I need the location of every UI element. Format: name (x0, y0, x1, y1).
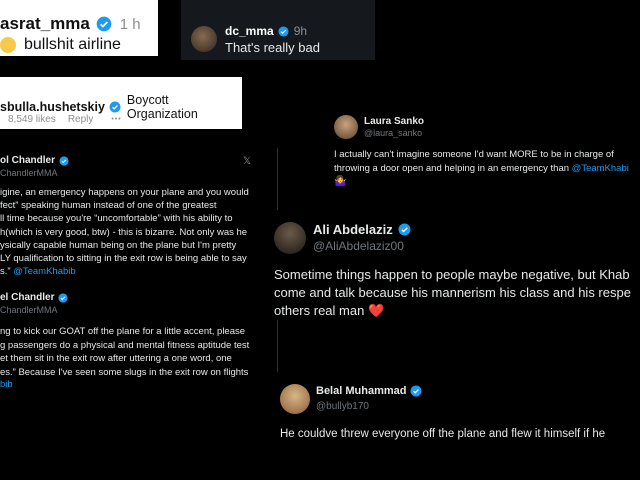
author-name[interactable]: ol Chandler (0, 155, 55, 166)
reply-card-dc-mma: dc_mma 9h That's really bad (181, 0, 375, 60)
comment-card-sbulla: sbulla.hushetskiy Boycott Organization 8… (0, 77, 242, 129)
reply-time: 9h (293, 24, 308, 38)
avatar[interactable] (334, 115, 358, 139)
reply-text: That's really bad (225, 40, 320, 55)
shrug-emoji: 🤷‍♀️ (334, 176, 347, 187)
likes-count[interactable]: 8,549 likes (8, 114, 56, 125)
comment-text: bullshit airline (24, 36, 121, 53)
tweet-text: I actually can't imagine someone I'd wan… (334, 148, 640, 176)
author-name[interactable]: el Chandler (0, 292, 54, 303)
x-logo-icon: 𝕏 (243, 156, 252, 167)
avatar[interactable] (274, 222, 306, 254)
tweet-card-laura-sanko: Laura Sanko @laura_sanko I actually can'… (326, 103, 640, 193)
author-name[interactable]: Belal Muhammad (316, 385, 406, 397)
tweet-body: Sometime things happen to people maybe n… (274, 267, 631, 318)
tweet-text: igine, an emergency happens on your plan… (0, 186, 276, 278)
tweet-card-chandler-1: ol Chandler ChandlerMMA 𝕏 igine, an emer… (0, 148, 278, 288)
verified-icon (410, 385, 422, 397)
comment-username[interactable]: asrat_mma (0, 14, 90, 34)
heart-emoji: ❤️ (367, 303, 385, 318)
tweet-card-ali-abdelaziz: Ali Abdelaziz @AliAbdelaziz00 Sometime t… (268, 210, 640, 320)
comment-text: Boycott Organization (126, 93, 198, 121)
author-name[interactable]: Ali Abdelaziz (313, 222, 393, 237)
tweet-card-belal-muhammad: Belal Muhammad @bullyb170 He couldve thr… (270, 372, 640, 458)
author-handle[interactable]: @bullyb170 (316, 401, 369, 412)
tweet-text: Sometime things happen to people maybe n… (274, 266, 640, 320)
author-handle[interactable]: @AliAbdelaziz00 (313, 239, 404, 253)
author-handle[interactable]: ChandlerMMA (0, 305, 58, 315)
comment-time: 1 h (119, 15, 141, 33)
verified-icon (96, 16, 112, 32)
mention-link[interactable]: bib (0, 379, 13, 390)
author-name[interactable]: Laura Sanko (364, 116, 424, 127)
mention-link[interactable]: @TeamKhabi (572, 163, 629, 174)
verified-icon (109, 101, 121, 113)
verified-icon (58, 292, 69, 303)
mention-link[interactable]: @TeamKhabib (13, 266, 75, 277)
tweet-text: ng to kick our GOAT off the plane for a … (0, 326, 250, 378)
comment-card-asrat: asrat_mma 1 h bullshit airline (0, 0, 158, 56)
avatar[interactable] (191, 26, 217, 52)
verified-icon (59, 155, 69, 166)
reply-username[interactable]: dc_mma (225, 24, 274, 38)
tweet-card-chandler-2: el Chandler ChandlerMMA ng to kick our G… (0, 288, 278, 400)
comment-username[interactable]: sbulla.hushetskiy (0, 100, 105, 114)
tweet-text: He couldve threw everyone off the plane … (280, 428, 606, 440)
tweet-body: igine, an emergency happens on your plan… (0, 187, 249, 278)
verified-icon (398, 223, 411, 236)
author-handle[interactable]: ChandlerMMA (0, 168, 58, 178)
verified-icon (278, 25, 289, 37)
avatar[interactable] (280, 384, 310, 414)
laugh-emoji-icon (0, 37, 16, 53)
author-handle[interactable]: @laura_sanko (364, 128, 422, 138)
reply-button[interactable]: Reply (68, 114, 94, 125)
more-options-icon[interactable]: ••• (111, 116, 121, 123)
